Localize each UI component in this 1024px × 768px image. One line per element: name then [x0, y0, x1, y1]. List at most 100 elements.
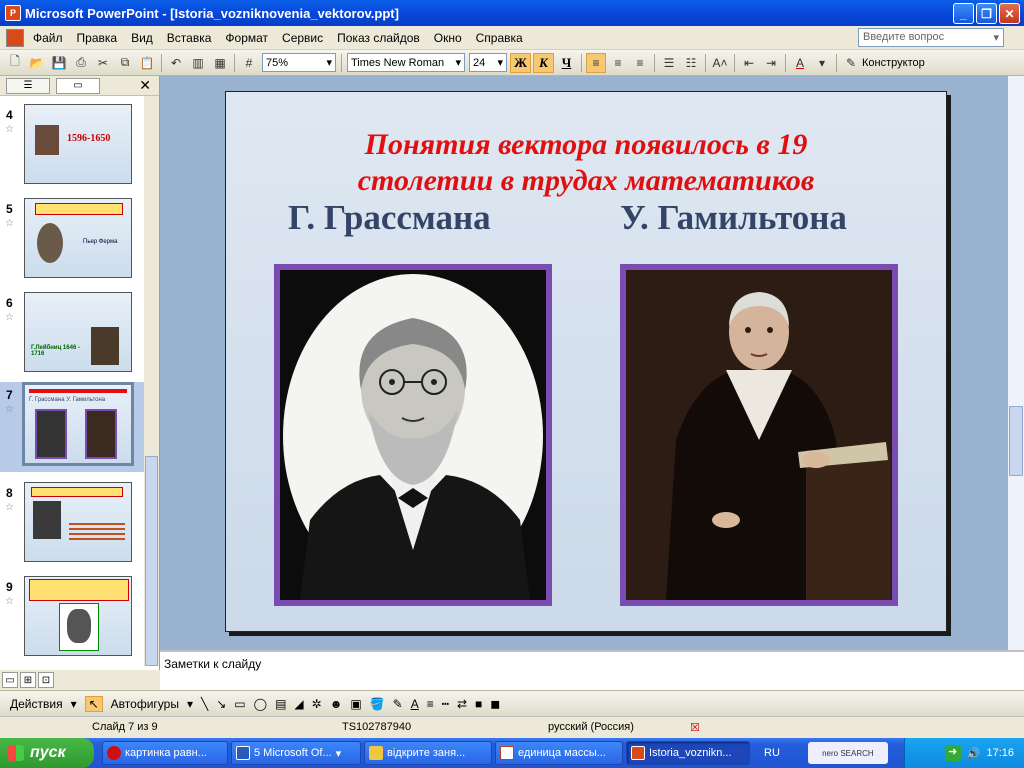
zoom-select[interactable]: 75% ▾ — [262, 53, 336, 72]
font-size-select[interactable]: 24 ▾ — [469, 53, 507, 72]
align-left-icon[interactable]: ≡ — [586, 52, 606, 73]
cut-icon[interactable]: ✂ — [93, 53, 113, 73]
autoshapes-menu[interactable]: Автофигуры — [111, 697, 179, 711]
font-color-icon[interactable]: A — [790, 53, 810, 73]
slide-preview[interactable]: Пьер Ферма — [24, 198, 132, 278]
font-name-select[interactable]: Times New Roman ▾ — [347, 53, 465, 72]
scrollbar-thumb[interactable] — [145, 456, 158, 666]
tab-slides[interactable]: ▭ — [56, 77, 100, 94]
task-folder[interactable]: відкрите заня... — [364, 741, 492, 765]
chevron-down-icon[interactable]: ▾ — [187, 697, 193, 711]
slide-preview[interactable]: 1596-1650 — [24, 104, 132, 184]
italic-button[interactable]: К — [533, 52, 554, 73]
close-button[interactable]: ✕ — [999, 3, 1020, 24]
decrease-indent-icon[interactable]: ⇤ — [739, 53, 759, 73]
slide-thumbnail-7[interactable]: 7 ☆ Г. Грассмана У. Гамильтона — [0, 382, 145, 472]
close-icon[interactable]: ✕ — [139, 77, 151, 94]
wordart-icon[interactable]: ◢ — [294, 697, 303, 711]
fill-color-icon[interactable]: 🪣 — [370, 697, 385, 711]
align-right-icon[interactable]: ≡ — [630, 53, 650, 73]
menu-edit[interactable]: Правка — [70, 31, 125, 45]
menu-window[interactable]: Окно — [427, 31, 469, 45]
table-icon[interactable]: ▦ — [210, 53, 230, 73]
chevron-down-icon[interactable]: ▾ — [71, 697, 77, 711]
menu-format[interactable]: Формат — [218, 31, 275, 45]
underline-button[interactable]: Ч — [556, 53, 577, 73]
help-search-input[interactable]: Введите вопрос ▾ — [858, 28, 1004, 47]
bold-button[interactable]: Ж — [510, 52, 531, 73]
arrow-right-icon[interactable]: ➜ — [944, 745, 961, 761]
restore-button[interactable]: ❐ — [976, 3, 997, 24]
menu-tools[interactable]: Сервис — [275, 31, 330, 45]
start-button[interactable]: пуск — [0, 738, 94, 768]
document-icon[interactable] — [6, 28, 24, 47]
arrow-icon[interactable]: ↘ — [216, 697, 226, 711]
slide-thumbnail-4[interactable]: 4 ☆ 1596-1650 — [0, 102, 145, 186]
portrait-grassmann[interactable] — [274, 264, 552, 606]
edit-area-scrollbar[interactable] — [1008, 76, 1024, 650]
oval-icon[interactable]: ◯ — [254, 697, 267, 711]
line-color-icon[interactable]: ✎ — [393, 697, 403, 711]
slide-preview[interactable] — [24, 576, 132, 656]
chart-icon[interactable]: ▥ — [188, 53, 208, 73]
language-bar[interactable]: RU — [764, 747, 780, 759]
align-center-icon[interactable]: ≡ — [608, 53, 628, 73]
print-icon[interactable]: ⎙ — [71, 53, 91, 73]
portrait-hamilton[interactable] — [620, 264, 898, 606]
copy-icon[interactable]: ⧉ — [115, 53, 135, 73]
tab-outline[interactable]: ☰ — [6, 77, 50, 94]
speaker-icon[interactable]: 🔊 — [967, 747, 981, 760]
arrow-style-icon[interactable]: ⇄ — [457, 697, 467, 711]
grid-icon[interactable]: # — [239, 53, 259, 73]
numbered-list-icon[interactable]: ☰ — [659, 53, 679, 73]
save-icon[interactable]: 💾 — [49, 53, 69, 73]
sorter-view-icon[interactable]: ⊞ — [20, 672, 36, 688]
rectangle-icon[interactable]: ▭ — [234, 697, 245, 711]
menu-view[interactable]: Вид — [124, 31, 160, 45]
menu-slideshow[interactable]: Показ слайдов — [330, 31, 427, 45]
slide-thumbnail-6[interactable]: 6 ☆ Г.Лейбниц 1646 - 1716 — [0, 290, 145, 374]
task-opera[interactable]: картинка равн... — [102, 741, 228, 765]
normal-view-icon[interactable]: ▭ — [2, 672, 18, 688]
line-icon[interactable]: ╲ — [201, 697, 208, 711]
chevron-down-icon[interactable]: ▾ — [812, 53, 832, 73]
menu-help[interactable]: Справка — [469, 31, 530, 45]
pointer-icon[interactable]: ↖ — [84, 695, 103, 712]
slide-title-line1[interactable]: Понятия вектора появилось в 19 — [226, 128, 946, 162]
3d-icon[interactable]: ◼ — [490, 697, 500, 711]
slide-edit-area[interactable]: Понятия вектора появилось в 19 столетии … — [160, 76, 1008, 650]
actions-menu[interactable]: Действия — [10, 697, 63, 711]
slide-preview[interactable] — [24, 482, 132, 562]
increase-indent-icon[interactable]: ⇥ — [761, 53, 781, 73]
slide-thumbnail-9[interactable]: 9 ☆ — [0, 574, 145, 658]
new-document-icon[interactable]: 🗋 — [5, 53, 25, 73]
textbox-icon[interactable]: ▤ — [275, 697, 286, 711]
designer-icon[interactable]: ✎ — [841, 53, 861, 73]
slide-thumbnail-5[interactable]: 5 ☆ Пьер Ферма — [0, 196, 145, 280]
undo-icon[interactable]: ↶ — [166, 53, 186, 73]
slideshow-view-icon[interactable]: ⊡ — [38, 672, 54, 688]
slides-scrollbar[interactable] — [144, 96, 159, 666]
clipart-icon[interactable]: ☻ — [330, 697, 343, 711]
minimize-button[interactable]: _ — [953, 3, 974, 24]
increase-font-icon[interactable]: A˄ — [710, 53, 730, 73]
slide-canvas[interactable]: Понятия вектора появилось в 19 столетии … — [225, 91, 947, 632]
paste-icon[interactable]: 📋 — [137, 53, 157, 73]
shadow-icon[interactable]: ■ — [475, 697, 482, 711]
picture-icon[interactable]: ▣ — [350, 697, 361, 711]
designer-button[interactable]: Конструктор — [862, 57, 925, 69]
menu-file[interactable]: Файл — [26, 31, 70, 45]
task-powerpoint[interactable]: Istoria_voznikn... — [626, 741, 750, 765]
open-folder-icon[interactable]: 📂 — [27, 53, 47, 73]
diagram-icon[interactable]: ✲ — [312, 697, 322, 711]
font-color-icon[interactable]: A — [411, 697, 419, 711]
name-hamilton[interactable]: У. Гамильтона — [620, 198, 847, 238]
line-style-icon[interactable]: ≡ — [427, 697, 434, 711]
nero-search[interactable]: nero SEARCH — [807, 742, 888, 764]
slide-preview[interactable]: Г. Грассмана У. Гамильтона — [22, 382, 134, 466]
name-grassmann[interactable]: Г. Грассмана — [288, 198, 491, 238]
task-word[interactable]: 5 Microsoft Of... ▾ — [231, 741, 361, 765]
bullet-list-icon[interactable]: ☷ — [681, 53, 701, 73]
slide-preview[interactable]: Г.Лейбниц 1646 - 1716 — [24, 292, 132, 372]
chevron-down-icon[interactable]: ▾ — [993, 31, 999, 44]
